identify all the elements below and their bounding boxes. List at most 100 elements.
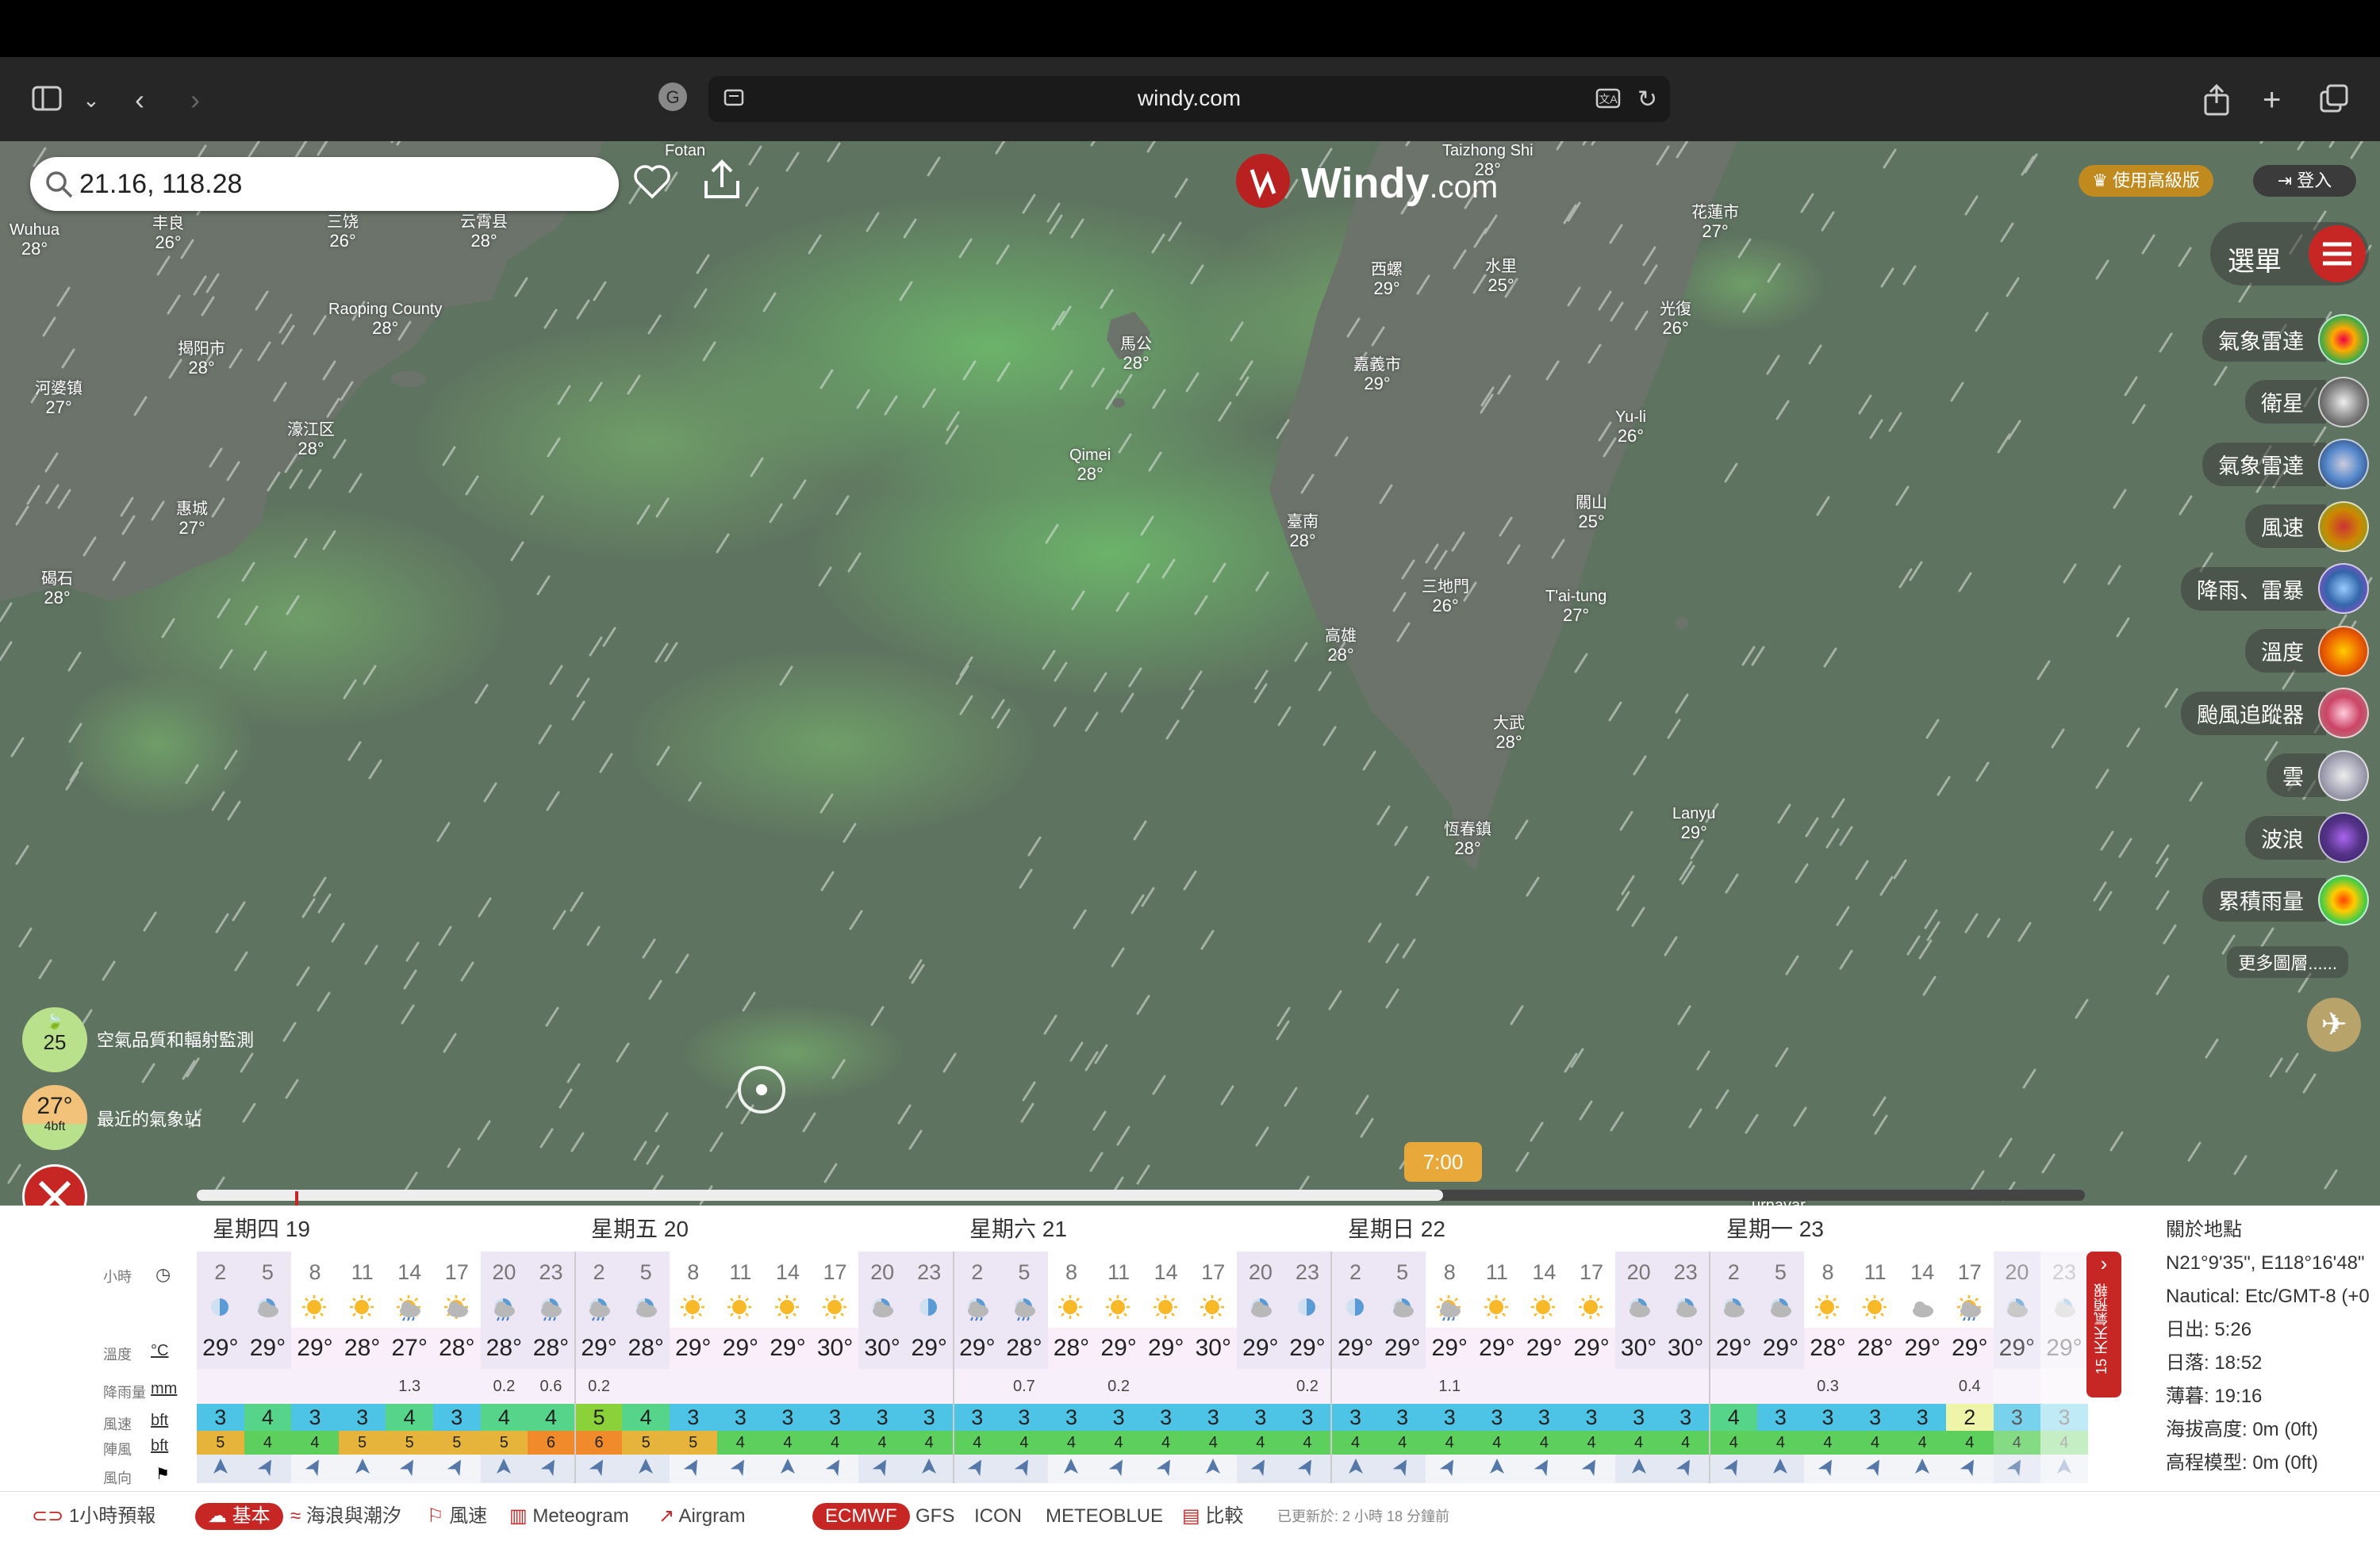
address-bar[interactable]: windy.com 文A ↻ xyxy=(708,76,1670,122)
hour-cell[interactable]: 11 xyxy=(338,1252,386,1293)
favorite-heart-icon[interactable] xyxy=(631,160,673,205)
hour-cell[interactable]: 23 xyxy=(1284,1252,1332,1293)
hour-cell[interactable]: 11 xyxy=(1095,1252,1142,1293)
city-label[interactable]: 河婆镇 27° xyxy=(35,379,83,417)
unit-gust[interactable]: bft xyxy=(151,1437,168,1455)
city-label[interactable]: 三地門 26° xyxy=(1422,577,1469,615)
back-icon[interactable]: ‹ xyxy=(135,84,144,116)
tabs-overview-icon[interactable] xyxy=(2320,84,2350,121)
hour-cell[interactable]: 5 xyxy=(622,1252,670,1293)
location-marker[interactable] xyxy=(736,1064,787,1119)
translate-icon[interactable]: 文A xyxy=(1595,87,1622,115)
city-label[interactable]: 惠城 27° xyxy=(176,500,208,538)
hour-cell[interactable]: 11 xyxy=(716,1252,765,1293)
close-forecast-button[interactable] xyxy=(22,1164,87,1206)
model-ecmwf[interactable]: ECMWF xyxy=(812,1503,910,1530)
hamburger-icon[interactable] xyxy=(2309,225,2366,282)
tab-waves[interactable]: ≈ 海浪與潮汐 xyxy=(290,1503,401,1530)
unit-rain[interactable]: mm xyxy=(151,1380,177,1398)
login-button[interactable]: ⇥ 登入 xyxy=(2253,165,2356,197)
tab-wind[interactable]: ⚐ 風速 xyxy=(427,1503,487,1530)
hour-cell[interactable]: 2 xyxy=(197,1252,244,1293)
tab-compare[interactable]: ▤ 比較 xyxy=(1182,1503,1243,1530)
search-input[interactable] xyxy=(79,165,603,203)
reload-icon[interactable]: ↻ xyxy=(1637,86,1657,113)
tab-airgram[interactable]: ↗ Airgram xyxy=(658,1503,745,1530)
hour-cell[interactable]: 20 xyxy=(1993,1252,2041,1293)
search-box[interactable] xyxy=(30,157,619,211)
hour-cell[interactable]: 2 xyxy=(1709,1252,1757,1293)
hour-cell[interactable]: 20 xyxy=(1237,1252,1284,1293)
menu-button[interactable]: 選單 xyxy=(2210,222,2369,286)
air-quality-label[interactable]: 空氣品質和輻射監測 xyxy=(97,1026,254,1052)
layer-item[interactable]: 衛星 xyxy=(2245,376,2369,427)
hour-cell[interactable]: 23 xyxy=(905,1252,954,1293)
unit-temp[interactable]: °C xyxy=(151,1342,168,1360)
timeline-slider[interactable] xyxy=(197,1190,2085,1201)
unit-wind[interactable]: bft xyxy=(151,1412,168,1430)
day-header[interactable]: 星期一 23 xyxy=(1726,1212,1824,1244)
hour-cell[interactable]: 17 xyxy=(1945,1252,1994,1293)
city-label[interactable]: T'ai-tung 27° xyxy=(1545,587,1606,625)
city-label[interactable]: Yu-li 26° xyxy=(1615,408,1646,446)
chevron-down-icon[interactable]: ⌄ xyxy=(83,84,100,116)
time-badge[interactable]: 7:00 xyxy=(1404,1142,1482,1182)
hour-cell[interactable]: 2 xyxy=(952,1252,1001,1293)
hour-cell[interactable]: 11 xyxy=(1851,1252,1899,1293)
station-badge[interactable]: 27° 4bft xyxy=(22,1085,87,1150)
hour-cell[interactable]: 20 xyxy=(858,1252,906,1293)
layer-item[interactable]: 累積雨量 xyxy=(2202,874,2369,926)
hour-cell[interactable]: 8 xyxy=(1426,1252,1474,1293)
city-label[interactable]: 三饶 26° xyxy=(327,213,359,251)
city-label[interactable]: 揭阳市 28° xyxy=(178,339,225,378)
tab-meteogram[interactable]: ▥ Meteogram xyxy=(509,1503,629,1530)
hour-cell[interactable]: 17 xyxy=(811,1252,859,1293)
hour-cell[interactable]: 20 xyxy=(1614,1252,1663,1293)
city-label[interactable]: 臺南 28° xyxy=(1287,512,1319,550)
layer-item[interactable]: 風速 xyxy=(2245,500,2369,552)
hour-cell[interactable]: 23 xyxy=(1662,1252,1710,1293)
hour-cell[interactable]: 14 xyxy=(1142,1252,1190,1293)
weather-map[interactable]: Fotan Taizhong Shi 28° Wuhua 28° 丰良 26° 三饶 26° 云霄… xyxy=(0,141,2380,1206)
hour-cell[interactable]: 20 xyxy=(480,1252,528,1293)
sidebar-toggle-icon[interactable] xyxy=(32,84,63,119)
layer-item[interactable]: 氣象雷達 xyxy=(2202,439,2369,489)
tab-basic[interactable]: ☁ 基本 xyxy=(195,1503,283,1530)
day-header[interactable]: 星期日 22 xyxy=(1348,1212,1445,1244)
grammarly-icon[interactable]: G xyxy=(657,81,689,119)
hour-cell[interactable]: 23 xyxy=(528,1252,575,1293)
city-label[interactable]: Lanyu 29° xyxy=(1672,804,1716,842)
hour-cell[interactable]: 5 xyxy=(1378,1252,1426,1293)
day-header[interactable]: 星期六 21 xyxy=(969,1212,1067,1244)
airport-icon[interactable]: ✈ xyxy=(2307,998,2361,1052)
city-label[interactable]: 濠江区 28° xyxy=(287,420,335,458)
hour-cell[interactable]: 8 xyxy=(291,1252,339,1293)
station-label[interactable]: 最近的氣象站 xyxy=(97,1106,202,1131)
hour-cell[interactable]: 14 xyxy=(1898,1252,1946,1293)
upload-share-icon[interactable] xyxy=(700,157,744,205)
city-label[interactable]: 大武 28° xyxy=(1493,714,1525,752)
city-label[interactable]: 云霄县 28° xyxy=(460,213,508,251)
more-layers-link[interactable]: 更多圖層...... xyxy=(2227,946,2348,978)
hour-cell[interactable]: 14 xyxy=(764,1252,812,1293)
hour-cell[interactable]: 2 xyxy=(1330,1252,1379,1293)
layer-item[interactable]: 溫度 xyxy=(2245,625,2369,677)
premium-button[interactable]: ♛ 使用高級版 xyxy=(2079,165,2213,197)
city-label[interactable]: 水里 25° xyxy=(1485,257,1517,295)
hour-cell[interactable]: 17 xyxy=(432,1252,481,1293)
city-label[interactable]: 恆春鎮 28° xyxy=(1444,820,1491,858)
city-label[interactable]: 花蓮市 27° xyxy=(1691,203,1739,241)
hour-cell[interactable]: 14 xyxy=(1520,1252,1568,1293)
hour-cell[interactable]: 11 xyxy=(1473,1252,1521,1293)
hour-cell[interactable]: 17 xyxy=(1189,1252,1238,1293)
city-label[interactable]: Qimei 28° xyxy=(1069,446,1111,484)
new-tab-icon[interactable]: + xyxy=(2263,84,2281,116)
model-icon[interactable]: ICON xyxy=(974,1503,1022,1530)
hour-cell[interactable]: 2 xyxy=(574,1252,623,1293)
hour-cell[interactable]: 5 xyxy=(244,1252,292,1293)
layer-item[interactable]: 降雨、雷暴 xyxy=(2181,563,2369,614)
city-label[interactable]: Raoping County 28° xyxy=(328,300,442,338)
city-label[interactable]: 光復 26° xyxy=(1660,300,1691,338)
city-label[interactable]: 高雄 28° xyxy=(1325,627,1357,665)
city-label[interactable]: 丰良 26° xyxy=(152,214,184,252)
